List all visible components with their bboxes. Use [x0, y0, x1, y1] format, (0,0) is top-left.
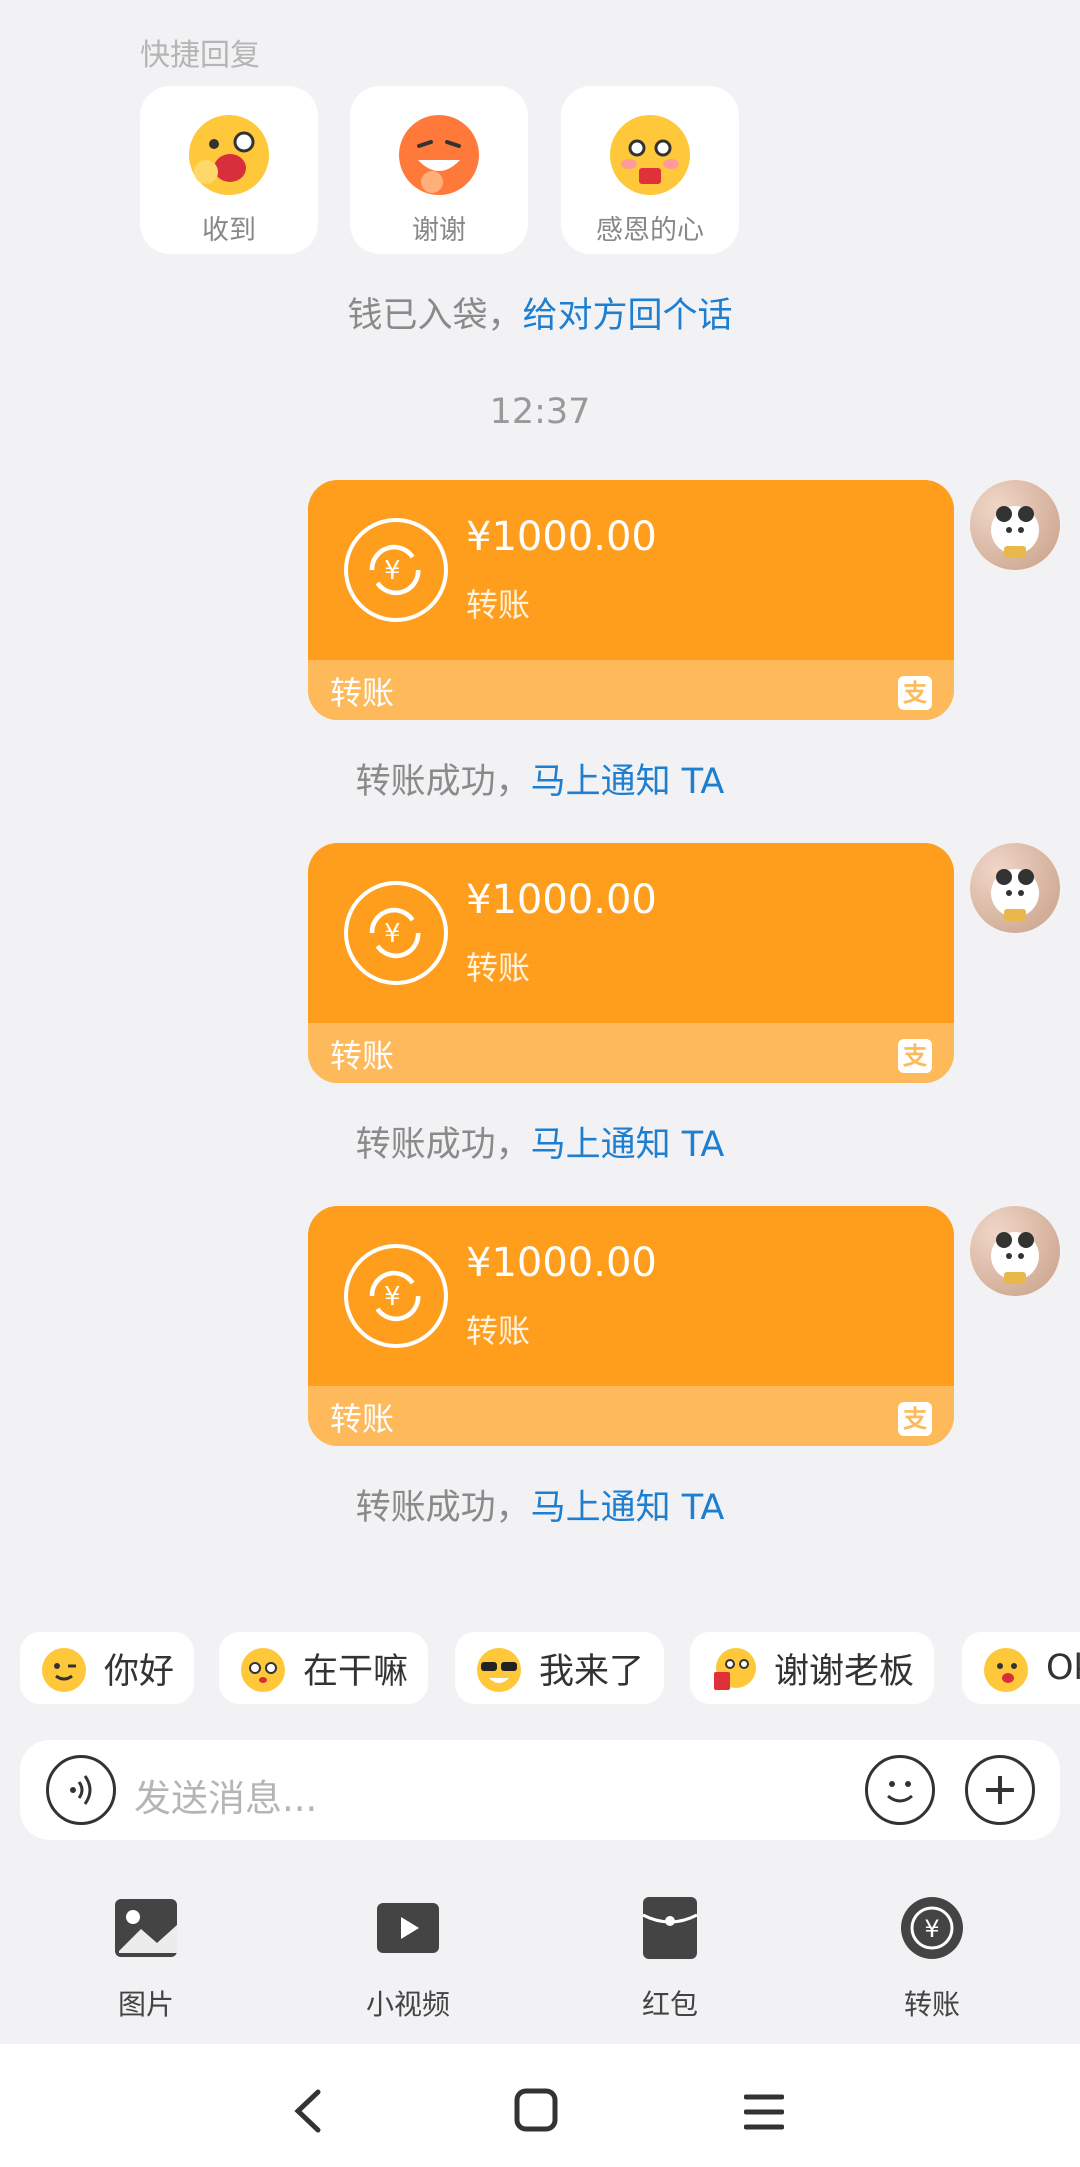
transfer-yuan-icon: ¥ [344, 1244, 448, 1348]
alipay-icon: 支 [898, 1039, 932, 1073]
quick-reply-label: 谢谢 [412, 215, 466, 246]
menu-icon[interactable] [744, 2092, 784, 2132]
transfer-amount: ¥1000.00 [466, 514, 657, 560]
suggestion-chip-coming[interactable]: 我来了 [455, 1632, 665, 1704]
transfer-card[interactable]: ¥ ¥1000.00 转账 转账 支 [308, 1206, 954, 1446]
red-packet-icon [642, 1897, 698, 1959]
transfer-status: 转账成功，马上通知 TA [0, 753, 1080, 804]
avatar[interactable] [970, 480, 1060, 570]
transfer-card[interactable]: ¥ ¥1000.00 转账 转账 支 [308, 843, 954, 1083]
svg-text:¥: ¥ [384, 556, 400, 586]
voice-input-icon[interactable] [46, 1755, 116, 1825]
curious-emoji-icon [241, 1648, 285, 1692]
suggestion-chip-ok[interactable]: Ok [962, 1632, 1080, 1704]
toolbar-label: 红包 [641, 1988, 698, 2021]
toolbar-label: 图片 [117, 1988, 174, 2021]
blushing-emoji-icon [610, 115, 690, 195]
video-icon [377, 1903, 439, 1953]
surprised-emoji-icon [189, 115, 269, 195]
quick-reply-label: 感恩的心 [596, 215, 704, 246]
message-input-bar: 发送消息... [20, 1740, 1060, 1840]
wink-emoji-icon [42, 1648, 86, 1692]
message-input[interactable]: 发送消息... [134, 1768, 317, 1822]
system-navigation-bar [0, 2044, 1080, 2167]
suggestion-chip-thanks-boss[interactable]: 谢谢老板 [690, 1632, 935, 1704]
sunglasses-emoji-icon [477, 1648, 521, 1692]
notify-link[interactable]: 马上通知 TA [531, 1488, 725, 1528]
suggestion-label: 谢谢老板 [774, 1651, 915, 1692]
transfer-status: 转账成功，马上通知 TA [0, 1116, 1080, 1167]
message-timestamp: 12:37 [489, 392, 591, 432]
red-packet-emoji-icon [714, 1648, 756, 1690]
ok-emoji-icon [984, 1648, 1028, 1692]
suggestion-label: 在干嘛 [303, 1651, 409, 1692]
transfer-icon: ¥ [901, 1897, 963, 1959]
alipay-icon: 支 [898, 676, 932, 710]
toolbar-image[interactable]: 图片 [66, 1895, 226, 2023]
svg-text:¥: ¥ [924, 1915, 939, 1943]
image-icon [115, 1899, 177, 1957]
transfer-subtitle: 转账 [466, 586, 531, 624]
transfer-amount: ¥1000.00 [466, 877, 657, 923]
suggestion-chip-busy[interactable]: 在干嘛 [219, 1632, 429, 1704]
toolbar-label: 小视频 [365, 1988, 450, 2021]
transfer-yuan-icon: ¥ [344, 881, 448, 985]
transfer-status-text: 转账成功， [355, 1488, 531, 1528]
transfer-footer-label: 转账 [330, 674, 395, 712]
quick-reply-grateful[interactable]: 感恩的心 [561, 86, 739, 254]
svg-text:¥: ¥ [384, 919, 400, 949]
transfer-card[interactable]: ¥ ¥1000.00 转账 转账 支 [308, 480, 954, 720]
notify-link[interactable]: 马上通知 TA [531, 1125, 725, 1165]
alipay-icon: 支 [898, 1402, 932, 1436]
transfer-footer-label: 转账 [330, 1037, 395, 1075]
emoji-icon[interactable] [865, 1755, 935, 1825]
transfer-subtitle: 转账 [466, 1312, 531, 1350]
toolbar-label: 转账 [903, 1988, 960, 2021]
transfer-amount: ¥1000.00 [466, 1240, 657, 1286]
transfer-footer-label: 转账 [330, 1400, 395, 1438]
avatar[interactable] [970, 1206, 1060, 1296]
transfer-status-text: 转账成功， [355, 1125, 531, 1165]
quick-reply-thanks[interactable]: 谢谢 [350, 86, 528, 254]
received-notice-text: 钱已入袋， [347, 296, 523, 336]
toolbar-video[interactable]: 小视频 [328, 1895, 488, 2023]
reply-link[interactable]: 给对方回个话 [523, 296, 733, 336]
suggestion-label: Ok [1046, 1648, 1080, 1688]
back-icon[interactable] [290, 2088, 326, 2134]
transfer-status: 转账成功，马上通知 TA [0, 1479, 1080, 1530]
plus-icon[interactable] [965, 1755, 1035, 1825]
avatar[interactable] [970, 843, 1060, 933]
suggestion-chip-hello[interactable]: 你好 [20, 1632, 195, 1704]
quick-reply-label: 收到 [202, 215, 256, 246]
transfer-yuan-icon: ¥ [344, 518, 448, 622]
quick-reply-title: 快捷回复 [140, 38, 260, 73]
received-notice: 钱已入袋，给对方回个话 [0, 287, 1080, 338]
transfer-subtitle: 转账 [466, 949, 531, 987]
quick-reply-received[interactable]: 收到 [140, 86, 318, 254]
transfer-status-text: 转账成功， [355, 762, 531, 802]
suggestion-label: 我来了 [539, 1651, 645, 1692]
laughing-emoji-icon [399, 115, 479, 195]
toolbar-red-packet[interactable]: 红包 [590, 1895, 750, 2023]
notify-link[interactable]: 马上通知 TA [531, 762, 725, 802]
suggestion-label: 你好 [104, 1651, 175, 1692]
svg-text:¥: ¥ [384, 1282, 400, 1312]
toolbar-transfer[interactable]: ¥ 转账 [852, 1895, 1012, 2023]
home-icon[interactable] [514, 2088, 558, 2132]
